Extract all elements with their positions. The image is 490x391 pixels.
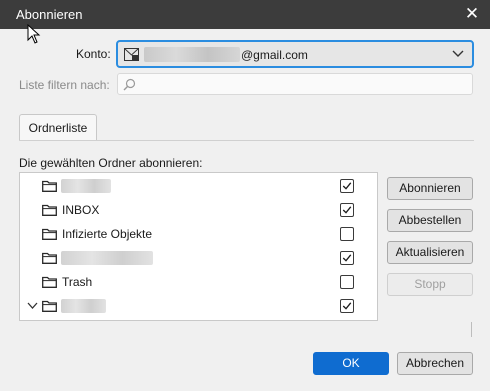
folder-icon: [42, 300, 57, 312]
subscribe-checkbox[interactable]: [340, 179, 354, 193]
ok-button[interactable]: OK: [313, 352, 389, 375]
folder-row[interactable]: Infizierte Objekte: [20, 222, 377, 246]
folder-list-title: Die gewählten Ordner abonnieren:: [19, 156, 203, 170]
account-value: @gmail.com: [241, 48, 308, 62]
tab-ordnerliste[interactable]: Ordnerliste: [19, 114, 97, 141]
checkmark-icon: [342, 302, 352, 310]
redacted-folder-name: [61, 299, 106, 313]
subscribe-button[interactable]: Abonnieren: [387, 177, 473, 200]
folder-list[interactable]: INBOX Infizierte Objekte Trash: [19, 172, 378, 321]
close-icon[interactable]: ✕: [460, 3, 484, 25]
redacted-folder-name: [61, 251, 153, 265]
subscribe-checkbox[interactable]: [340, 299, 354, 313]
folder-icon: [42, 276, 57, 288]
search-icon: [123, 78, 136, 91]
folder-name: Infizierte Objekte: [62, 227, 153, 241]
refresh-button[interactable]: Aktualisieren: [387, 241, 473, 264]
chevron-down-icon[interactable]: [27, 300, 38, 311]
folder-row[interactable]: INBOX: [20, 198, 377, 222]
folder-row[interactable]: [20, 294, 377, 318]
checkmark-icon: [342, 206, 352, 214]
tab-divider: [19, 140, 474, 141]
redacted-account-name: [144, 47, 240, 62]
window-title: Abonnieren: [16, 7, 83, 22]
folder-icon: [42, 204, 57, 216]
folder-row[interactable]: [20, 174, 377, 198]
checkmark-icon: [342, 182, 352, 190]
account-label: Konto:: [76, 47, 111, 61]
filter-field[interactable]: [117, 73, 473, 95]
title-bar: Abonnieren ✕: [0, 0, 490, 29]
folder-icon: [42, 252, 57, 264]
folder-icon: [42, 180, 57, 192]
folder-name: Trash: [62, 275, 93, 289]
subscribe-checkbox[interactable]: [340, 203, 354, 217]
mouse-cursor-icon: [27, 24, 41, 44]
folder-name: INBOX: [62, 203, 100, 217]
resize-grip: [471, 322, 472, 337]
folder-row[interactable]: Trash: [20, 270, 377, 294]
chevron-down-icon[interactable]: [452, 49, 464, 59]
subscribe-dialog: Abonnieren ✕ Konto: @gmail.com Liste fil…: [0, 0, 490, 391]
subscribe-checkbox[interactable]: [340, 227, 354, 241]
filter-input[interactable]: [140, 76, 460, 92]
envelope-icon: [124, 48, 139, 61]
folder-icon: [42, 228, 57, 240]
checkmark-icon: [342, 254, 352, 262]
stop-button[interactable]: Stopp: [387, 273, 473, 296]
subscribe-checkbox[interactable]: [340, 251, 354, 265]
account-dropdown[interactable]: @gmail.com: [116, 40, 474, 68]
subscribe-checkbox[interactable]: [340, 275, 354, 289]
unsubscribe-button[interactable]: Abbestellen: [387, 209, 473, 232]
filter-label: Liste filtern nach:: [19, 78, 110, 92]
redacted-folder-name: [61, 179, 111, 193]
folder-row[interactable]: [20, 246, 377, 270]
cancel-button[interactable]: Abbrechen: [397, 352, 473, 375]
